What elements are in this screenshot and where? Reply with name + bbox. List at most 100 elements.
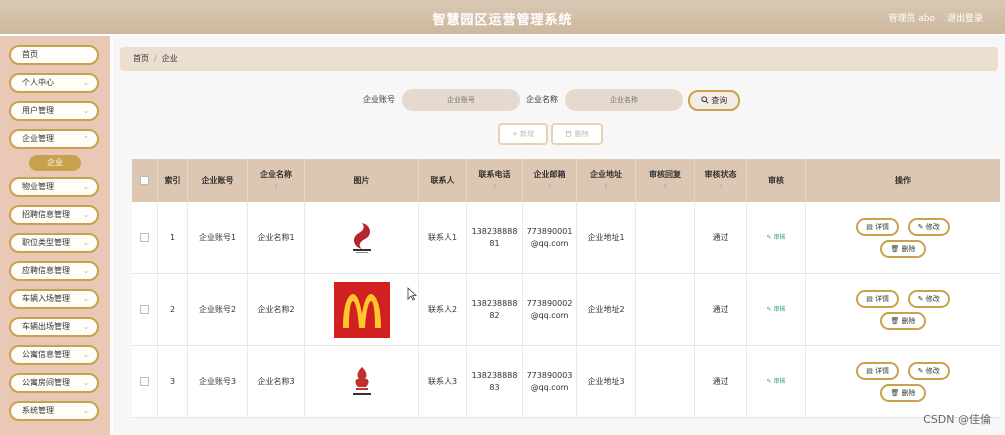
detail-button-label: 详情 bbox=[875, 222, 890, 231]
detail-icon: ▤ bbox=[866, 222, 876, 231]
sidebar-item-label: 公寓房间管理 bbox=[22, 378, 70, 387]
cell-email: 773890002 @qq.com bbox=[523, 274, 577, 345]
edit-button[interactable]: ✎ 修改 bbox=[907, 217, 950, 236]
batch-delete-button[interactable]: 删除 bbox=[551, 123, 603, 145]
sidebar-item-apartment-room[interactable]: 公寓房间管理 ⌄ bbox=[9, 373, 99, 393]
name-search-input[interactable] bbox=[565, 89, 683, 111]
select-all-checkbox[interactable] bbox=[140, 176, 149, 185]
cell-index: 2 bbox=[158, 274, 188, 345]
review-link[interactable]: ✎ 审核 bbox=[767, 304, 786, 316]
sidebar-item-label: 应聘信息管理 bbox=[22, 266, 70, 275]
sidebar-item-system-management[interactable]: 系统管理 ⌄ bbox=[9, 401, 99, 421]
row-select-cell bbox=[132, 346, 158, 417]
trash-icon: 🗑 bbox=[890, 388, 902, 397]
sidebar-item-application-info[interactable]: 应聘信息管理 ⌄ bbox=[9, 261, 99, 281]
trash-icon bbox=[566, 131, 572, 137]
detail-button[interactable]: ▤ 详情 bbox=[856, 289, 900, 308]
edit-button-label: 修改 bbox=[925, 222, 940, 231]
cell-address: 企业地址1 bbox=[577, 202, 636, 273]
cell-ops: ▤ 详情 ✎ 修改 🗑 删除 bbox=[806, 274, 1000, 345]
header-index-label: 索引 bbox=[164, 175, 181, 185]
delete-button[interactable]: 🗑 删除 bbox=[880, 239, 926, 258]
account-search-input[interactable] bbox=[402, 89, 520, 111]
watermark: CSDN @佳倫 bbox=[923, 413, 991, 426]
query-button[interactable]: 查询 bbox=[688, 90, 740, 111]
header-phone[interactable]: 联系电话 ⇕ bbox=[467, 159, 523, 202]
header-phone-label: 联系电话 bbox=[478, 169, 511, 179]
header-name[interactable]: 企业名称 ⇕ bbox=[248, 159, 305, 202]
edit-icon: ✎ bbox=[917, 222, 926, 231]
cell-phone-line1: 138238888 bbox=[471, 370, 518, 380]
review-link-label: 审核 bbox=[773, 377, 786, 385]
header-name-label: 企业名称 bbox=[260, 169, 292, 179]
chevron-down-icon: ⌄ bbox=[83, 407, 89, 415]
add-button[interactable]: + 新增 bbox=[498, 123, 548, 145]
sidebar-subitem-enterprise[interactable]: 企业 bbox=[29, 155, 81, 171]
chevron-down-icon: ⌄ bbox=[83, 267, 89, 275]
sidebar: 首页 个人中心 ⌄ 用户管理 ⌄ 企业管理 ⌃ 企业 物业管理 ⌄ 招聘信息管理… bbox=[0, 36, 110, 435]
brand-logo-1-icon bbox=[352, 222, 371, 253]
cell-email-line1: 773890001 bbox=[526, 226, 573, 236]
cell-ops: ▤ 详情 ✎ 修改 🗑 删除 bbox=[806, 346, 1000, 417]
cell-image bbox=[305, 202, 419, 273]
sidebar-item-vehicle-exit[interactable]: 车辆出场管理 ⌄ bbox=[9, 317, 99, 337]
row-checkbox[interactable] bbox=[140, 233, 149, 242]
header-account[interactable]: 企业账号 bbox=[188, 159, 248, 202]
review-link[interactable]: ✎ 审核 bbox=[767, 232, 786, 244]
detail-button[interactable]: ▤ 详情 bbox=[856, 217, 900, 236]
cell-account: 企业账号2 bbox=[188, 274, 248, 345]
sidebar-item-vehicle-entry[interactable]: 车辆入场管理 ⌄ bbox=[9, 289, 99, 309]
header-reply[interactable]: 审核回复 ⇕ bbox=[636, 159, 695, 202]
header-reply-label: 审核回复 bbox=[649, 169, 681, 179]
sidebar-item-label: 物业管理 bbox=[22, 182, 54, 191]
delete-button[interactable]: 🗑 删除 bbox=[880, 311, 926, 330]
search-bar: 企业账号 企业名称 查询 bbox=[113, 88, 1005, 112]
chevron-down-icon: ⌄ bbox=[83, 323, 89, 331]
mcdonalds-logo bbox=[333, 281, 390, 338]
cell-review: ✎ 审核 bbox=[747, 346, 806, 417]
sidebar-item-user-management[interactable]: 用户管理 ⌄ bbox=[9, 101, 99, 121]
logout-link[interactable]: 退出登录 bbox=[947, 11, 983, 24]
table-row: 2 企业账号2 企业名称2 联系人2 138238888 82 773890002… bbox=[132, 274, 1000, 346]
detail-button[interactable]: ▤ 详情 bbox=[856, 361, 900, 380]
cell-phone: 138238888 81 bbox=[467, 202, 523, 273]
cell-contact: 联系人3 bbox=[419, 346, 467, 417]
header-image[interactable]: 图片 bbox=[305, 159, 419, 202]
sidebar-item-label: 车辆入场管理 bbox=[22, 294, 70, 303]
cell-reply bbox=[636, 346, 695, 417]
cell-name: 企业名称2 bbox=[248, 274, 305, 345]
sidebar-item-apartment-info[interactable]: 公寓信息管理 ⌄ bbox=[9, 345, 99, 365]
brand-logo-3 bbox=[334, 354, 390, 410]
sidebar-item-personal-center[interactable]: 个人中心 ⌄ bbox=[9, 73, 99, 93]
review-link[interactable]: ✎ 审核 bbox=[767, 376, 786, 388]
row-select-cell bbox=[132, 202, 158, 273]
sort-icon: ⇕ bbox=[491, 182, 498, 190]
header-email[interactable]: 企业邮箱 ⇕ bbox=[523, 159, 577, 202]
sidebar-item-enterprise-management[interactable]: 企业管理 ⌃ bbox=[9, 129, 99, 149]
sidebar-item-property-management[interactable]: 物业管理 ⌄ bbox=[9, 177, 99, 197]
cell-reply bbox=[636, 274, 695, 345]
sidebar-item-home[interactable]: 首页 bbox=[9, 45, 99, 65]
sidebar-item-recruitment-info[interactable]: 招聘信息管理 ⌄ bbox=[9, 205, 99, 225]
header-ops: 操作 bbox=[806, 159, 1000, 202]
delete-button[interactable]: 🗑 删除 bbox=[880, 383, 926, 402]
edit-button[interactable]: ✎ 修改 bbox=[907, 289, 950, 308]
sidebar-item-position-type[interactable]: 职位类型管理 ⌄ bbox=[9, 233, 99, 253]
edit-button[interactable]: ✎ 修改 bbox=[907, 361, 950, 380]
batch-delete-label: 删除 bbox=[574, 130, 589, 138]
row-checkbox[interactable] bbox=[140, 305, 149, 314]
header-review[interactable]: 审核 bbox=[747, 159, 806, 202]
header-address[interactable]: 企业地址 ⇕ bbox=[577, 159, 636, 202]
breadcrumb-home[interactable]: 首页 bbox=[133, 54, 149, 63]
cell-name: 企业名称1 bbox=[248, 202, 305, 273]
header-status[interactable]: 审核状态 ⇕ bbox=[695, 159, 747, 202]
header-image-label: 图片 bbox=[353, 175, 370, 185]
edit-button-label: 修改 bbox=[925, 366, 940, 375]
chevron-down-icon: ⌄ bbox=[83, 79, 89, 87]
header-contact[interactable]: 联系人 bbox=[419, 159, 467, 202]
row-checkbox[interactable] bbox=[140, 377, 149, 386]
chevron-down-icon: ⌄ bbox=[83, 183, 89, 191]
brand-logo-1 bbox=[334, 210, 390, 266]
cell-email: 773890001 @qq.com bbox=[523, 202, 577, 273]
chevron-down-icon: ⌄ bbox=[83, 379, 89, 387]
